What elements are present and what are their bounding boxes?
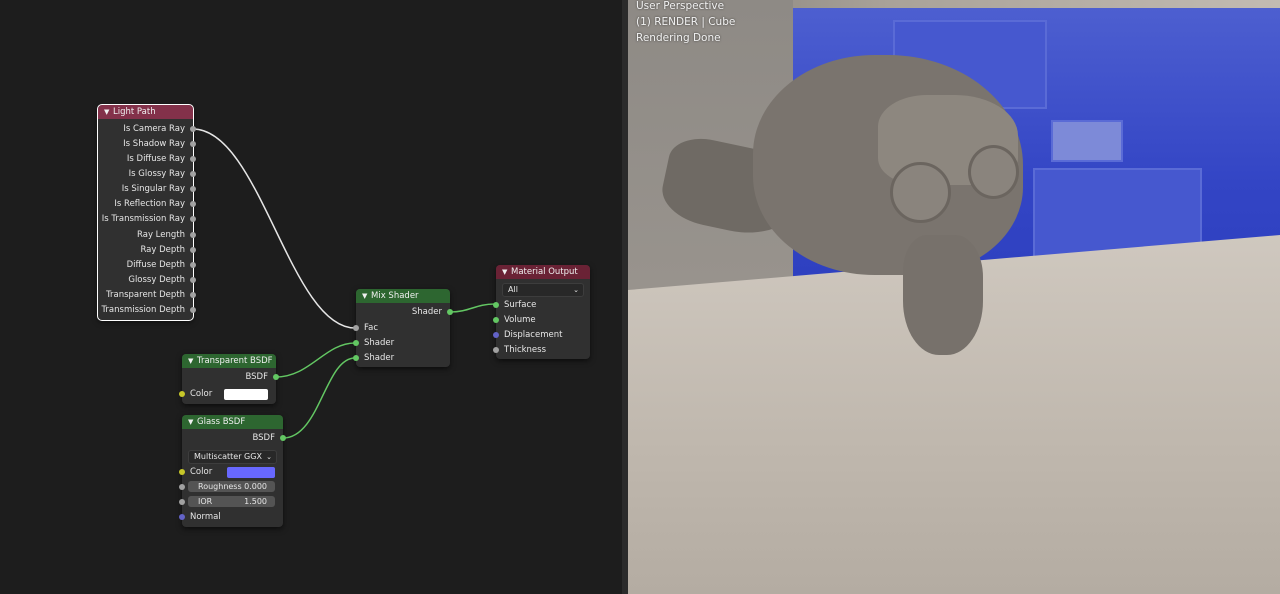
transparent-bsdf-node[interactable]: ▼ Transparent BSDF BSDF Color bbox=[179, 354, 279, 404]
output-is-camera-ray: Is Camera Ray bbox=[123, 124, 185, 134]
output-is-reflection-ray: Is Reflection Ray bbox=[114, 199, 185, 209]
output-ray-depth: Ray Depth bbox=[140, 245, 185, 255]
socket-glossy-depth[interactable] bbox=[190, 277, 196, 283]
output-is-singular-ray: Is Singular Ray bbox=[121, 184, 185, 194]
transparent-bsdf-header[interactable]: ▼ Transparent BSDF bbox=[182, 354, 276, 368]
socket-is-reflection-ray[interactable] bbox=[190, 201, 196, 207]
viewport-render-status: Rendering Done bbox=[636, 32, 721, 44]
output-diffuse-depth: Diffuse Depth bbox=[126, 260, 185, 270]
render-box bbox=[1051, 120, 1123, 162]
3d-viewport[interactable]: User Perspective (1) RENDER | Cube Rende… bbox=[628, 0, 1280, 594]
output-bsdf: BSDF bbox=[245, 372, 268, 382]
light-path-header[interactable]: ▼ Light Path bbox=[98, 105, 193, 119]
socket-displacement[interactable] bbox=[493, 332, 499, 338]
socket-output-bsdf[interactable] bbox=[280, 435, 286, 441]
color-swatch[interactable] bbox=[224, 389, 268, 400]
output-glossy-depth: Glossy Depth bbox=[128, 275, 185, 285]
input-fac: Fac bbox=[364, 323, 378, 333]
socket-input-shader-1[interactable] bbox=[353, 340, 359, 346]
socket-input-color[interactable] bbox=[179, 391, 185, 397]
output-is-shadow-ray: Is Shadow Ray bbox=[123, 139, 185, 149]
target-dropdown[interactable]: All ⌄ bbox=[502, 283, 584, 297]
socket-input-color[interactable] bbox=[179, 469, 185, 475]
ior-field[interactable]: IOR 1.500 bbox=[188, 496, 275, 507]
node-title: Glass BSDF bbox=[197, 417, 246, 427]
chevron-down-icon: ⌄ bbox=[266, 453, 272, 461]
material-output-header[interactable]: ▼ Material Output bbox=[496, 265, 590, 279]
input-volume: Volume bbox=[504, 315, 536, 325]
output-is-glossy-ray: Is Glossy Ray bbox=[128, 169, 185, 179]
output-is-diffuse-ray: Is Diffuse Ray bbox=[126, 154, 185, 164]
link-mix-to-surface bbox=[449, 303, 496, 313]
socket-output-bsdf[interactable] bbox=[273, 374, 279, 380]
socket-input-ior[interactable] bbox=[179, 499, 185, 505]
input-normal: Normal bbox=[190, 512, 221, 522]
socket-is-glossy-ray[interactable] bbox=[190, 171, 196, 177]
link-glass-to-shader2 bbox=[282, 357, 356, 439]
socket-volume[interactable] bbox=[493, 317, 499, 323]
socket-is-transmission-ray[interactable] bbox=[190, 216, 196, 222]
roughness-field[interactable]: Roughness 0.000 bbox=[188, 481, 275, 492]
node-title: Mix Shader bbox=[371, 291, 419, 301]
mix-shader-node[interactable]: ▼ Mix Shader Shader Fac Shader Shader bbox=[353, 289, 453, 367]
glass-bsdf-node[interactable]: ▼ Glass BSDF BSDF Multiscatter GGX ⌄ Color… bbox=[179, 415, 286, 527]
color-swatch[interactable] bbox=[227, 467, 275, 478]
output-shader: Shader bbox=[411, 307, 442, 317]
chevron-down-icon[interactable]: ▼ bbox=[104, 105, 113, 119]
socket-is-shadow-ray[interactable] bbox=[190, 141, 196, 147]
link-transparent-to-shader1 bbox=[275, 342, 356, 378]
socket-is-singular-ray[interactable] bbox=[190, 186, 196, 192]
socket-output-shader[interactable] bbox=[447, 309, 453, 315]
output-transparent-depth: Transparent Depth bbox=[106, 290, 185, 300]
socket-ray-depth[interactable] bbox=[190, 247, 196, 253]
viewport-object-label: (1) RENDER | Cube bbox=[636, 16, 736, 28]
chevron-down-icon[interactable]: ▼ bbox=[362, 289, 371, 303]
node-title: Transparent BSDF bbox=[197, 356, 273, 366]
socket-input-shader-2[interactable] bbox=[353, 355, 359, 361]
socket-thickness[interactable] bbox=[493, 347, 499, 353]
socket-transparent-depth[interactable] bbox=[190, 292, 196, 298]
viewport-perspective-label: User Perspective bbox=[636, 0, 725, 12]
input-surface: Surface bbox=[504, 300, 537, 310]
render-suzanne-eye-right bbox=[968, 145, 1019, 199]
input-shader-2: Shader bbox=[364, 353, 395, 363]
socket-input-fac[interactable] bbox=[353, 325, 359, 331]
input-thickness: Thickness bbox=[504, 345, 547, 355]
socket-ray-length[interactable] bbox=[190, 232, 196, 238]
chevron-down-icon[interactable]: ▼ bbox=[502, 265, 511, 279]
render-suzanne-mouth bbox=[903, 235, 983, 355]
light-path-node[interactable]: ▼ Light Path Is Camera Ray Is Shadow Ray … bbox=[97, 104, 196, 321]
chevron-down-icon: ⌄ bbox=[573, 286, 579, 294]
glass-bsdf-header[interactable]: ▼ Glass BSDF bbox=[182, 415, 283, 429]
node-title: Light Path bbox=[113, 107, 156, 117]
input-displacement: Displacement bbox=[504, 330, 563, 340]
socket-diffuse-depth[interactable] bbox=[190, 262, 196, 268]
render-suzanne-eye-left bbox=[890, 162, 951, 223]
material-output-node[interactable]: ▼ Material Output All ⌄ Surface Volume Dis… bbox=[493, 265, 590, 359]
output-transmission-depth: Transmission Depth bbox=[101, 305, 185, 315]
socket-transmission-depth[interactable] bbox=[190, 307, 196, 313]
chevron-down-icon[interactable]: ▼ bbox=[188, 354, 197, 368]
link-camera-ray-to-fac bbox=[192, 128, 356, 329]
chevron-down-icon[interactable]: ▼ bbox=[188, 415, 197, 429]
socket-is-camera-ray[interactable] bbox=[190, 126, 196, 132]
socket-is-diffuse-ray[interactable] bbox=[190, 156, 196, 162]
node-title: Material Output bbox=[511, 267, 578, 277]
output-is-transmission-ray: Is Transmission Ray bbox=[101, 214, 185, 224]
socket-input-roughness[interactable] bbox=[179, 484, 185, 490]
output-ray-length: Ray Length bbox=[137, 230, 185, 240]
distribution-dropdown[interactable]: Multiscatter GGX ⌄ bbox=[188, 450, 277, 464]
node-editor[interactable]: ▼ Light Path Is Camera Ray Is Shadow Ray … bbox=[0, 0, 622, 594]
output-bsdf: BSDF bbox=[252, 433, 275, 443]
socket-input-normal[interactable] bbox=[179, 514, 185, 520]
input-shader-1: Shader bbox=[364, 338, 395, 348]
mix-shader-header[interactable]: ▼ Mix Shader bbox=[356, 289, 450, 303]
socket-surface[interactable] bbox=[493, 302, 499, 308]
